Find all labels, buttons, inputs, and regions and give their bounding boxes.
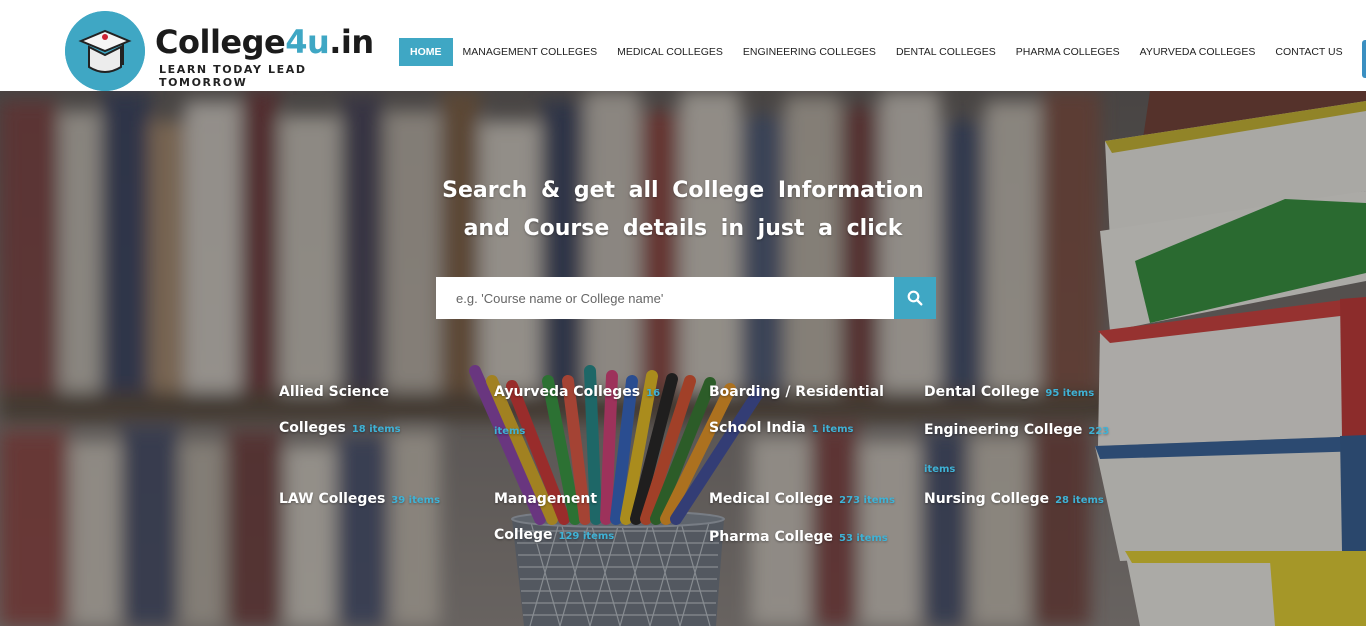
category-column-3b: Medical College 273 items Pharma College 5… [709, 481, 899, 557]
category-boarding-school[interactable]: Boarding / Residential School India 1 ite… [709, 374, 899, 448]
category-dental[interactable]: Dental College 95 items [924, 374, 1114, 412]
graduation-cap-icon [65, 11, 145, 91]
logo-wordmark: College4u.in [155, 23, 374, 61]
site-logo[interactable]: College4u.in LEARN TODAY LEAD TOMORROW [65, 11, 374, 91]
search-input[interactable] [436, 277, 894, 319]
category-column-1: Allied Science Colleges 18 items [279, 374, 469, 448]
category-pharma[interactable]: Pharma College 53 items [709, 519, 899, 557]
hero-section: Search & get all College Information and… [0, 91, 1366, 626]
nav-contact-us[interactable]: CONTACT US [1265, 38, 1352, 66]
category-column-4b: Nursing College 28 items [924, 481, 1114, 519]
hero-headline-line-1: Search & get all College Information [442, 178, 924, 203]
category-nursing[interactable]: Nursing College 28 items [924, 481, 1114, 519]
nav-engineering-colleges[interactable]: ENGINEERING COLLEGES [733, 38, 886, 66]
category-column-4: Dental College 95 items Engineering Colle… [924, 374, 1114, 488]
nav-home[interactable]: HOME [399, 38, 453, 66]
search-form [436, 277, 936, 319]
nav-dental-colleges[interactable]: DENTAL COLLEGES [886, 38, 1006, 66]
category-column-2b: Management College 129 items [494, 481, 684, 555]
nav-medical-colleges[interactable]: MEDICAL COLLEGES [607, 38, 733, 66]
category-ayurveda[interactable]: Ayurveda Colleges 16 items [494, 374, 684, 450]
site-header: College4u.in LEARN TODAY LEAD TOMORROW H… [0, 0, 1366, 92]
hero-headline-line-2: and Course details in just a click [463, 216, 903, 241]
hero-headline: Search & get all College Information and… [0, 172, 1366, 248]
search-icon [907, 290, 923, 306]
category-column-2: Ayurveda Colleges 16 items [494, 374, 684, 450]
category-column-1b: LAW Colleges 39 items [279, 481, 469, 519]
category-engineering[interactable]: Engineering College 223 items [924, 412, 1114, 488]
category-medical[interactable]: Medical College 273 items [709, 481, 899, 519]
category-allied-science[interactable]: Allied Science Colleges 18 items [279, 374, 469, 448]
side-panel-tab[interactable] [1362, 40, 1366, 78]
nav-pharma-colleges[interactable]: PHARMA COLLEGES [1006, 38, 1130, 66]
main-nav: HOME MANAGEMENT COLLEGES MEDICAL COLLEGE… [399, 38, 1353, 66]
search-button[interactable] [894, 277, 936, 319]
category-law[interactable]: LAW Colleges 39 items [279, 481, 469, 519]
logo-tagline: LEARN TODAY LEAD TOMORROW [159, 63, 307, 89]
category-management[interactable]: Management College 129 items [494, 481, 684, 555]
nav-ayurveda-colleges[interactable]: AYURVEDA COLLEGES [1130, 38, 1266, 66]
nav-management-colleges[interactable]: MANAGEMENT COLLEGES [453, 38, 608, 66]
category-column-3: Boarding / Residential School India 1 ite… [709, 374, 899, 448]
